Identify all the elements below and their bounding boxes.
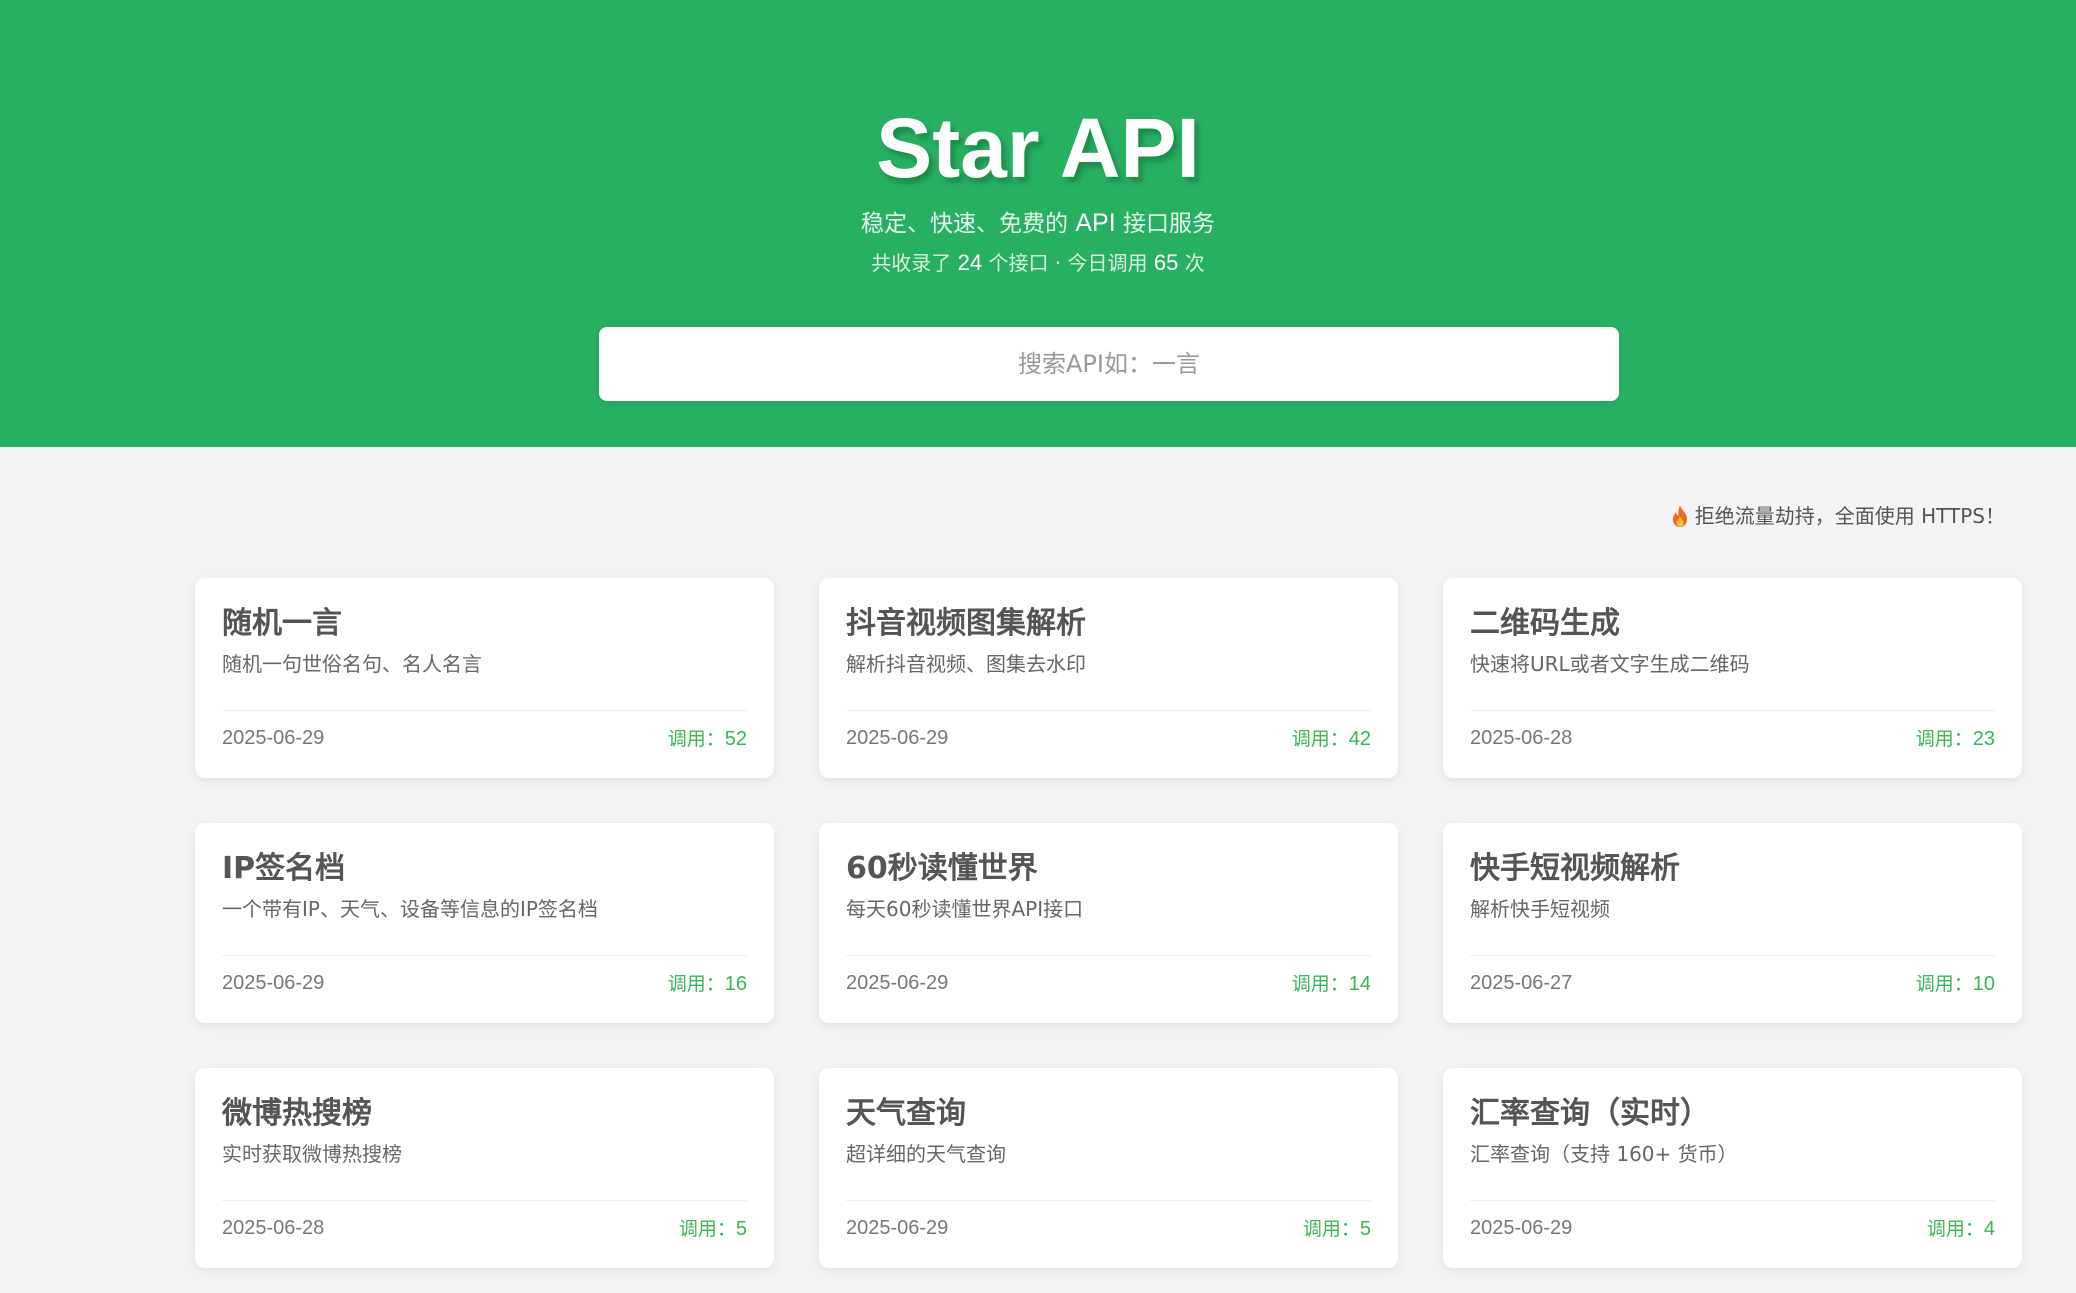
subtitle-suffix: 接口服务 — [1122, 211, 1215, 237]
api-count: 24 — [957, 250, 983, 275]
calls-label: 调用： — [667, 973, 725, 995]
api-card-calls: 调用：52 — [668, 724, 747, 754]
calls-label: 调用： — [678, 1218, 736, 1240]
api-card-description: 每天60秒读懂世界API接口 — [846, 897, 1084, 921]
calls-label: 调用： — [1915, 728, 1973, 750]
api-card[interactable]: 60秒读懂世界每天60秒读懂世界API接口 2025-06-29 调用：14 — [819, 823, 1398, 1023]
api-card-date: 2025-06-29 — [846, 1217, 949, 1239]
api-card-title: 随机一言 — [222, 606, 342, 641]
api-card-divider — [1470, 955, 1995, 956]
api-card[interactable]: 抖音视频图集解析解析抖音视频、图集去水印 2025-06-29 调用：42 — [819, 578, 1398, 778]
api-card-description: 实时获取微博热搜榜 — [222, 1142, 402, 1166]
api-card-title: 二维码生成 — [1470, 606, 1620, 641]
api-card-title: 60秒读懂世界 — [846, 851, 1038, 886]
api-card-divider — [222, 710, 747, 711]
api-card-divider — [222, 1200, 747, 1201]
api-card-divider — [1470, 710, 1995, 711]
site-subtitle: 稳定、快速、免费的 API 接口服务 — [0, 206, 2076, 241]
api-card-calls: 调用：5 — [1303, 1214, 1371, 1244]
api-card-divider — [1470, 1200, 1995, 1201]
calls-count: 52 — [724, 728, 747, 750]
stats-prefix: 共收录了 — [871, 251, 952, 275]
api-card-title: 天气查询 — [846, 1096, 966, 1131]
api-card[interactable]: 汇率查询（实时） 汇率查询（支持 160+ 货币） 2025-06-29 调用：4 — [1443, 1068, 2022, 1268]
notice-text: 拒绝流量劫持，全面使用 HTTPS！ — [1694, 504, 2005, 528]
calls-count: 16 — [724, 973, 747, 995]
api-card-title: 微博热搜榜 — [222, 1096, 372, 1131]
https-notice: 拒绝流量劫持，全面使用 HTTPS！ — [1671, 501, 2005, 531]
calls-count: 10 — [1972, 973, 1995, 995]
api-card-description: 解析抖音视频、图集去水印 — [846, 652, 1086, 676]
api-card-calls: 调用：14 — [1292, 969, 1371, 999]
api-card-title: 快手短视频解析 — [1470, 851, 1680, 886]
api-card-divider — [846, 710, 1371, 711]
api-card-description: 快速将URL或者文字生成二维码 — [1470, 652, 1750, 676]
api-card[interactable]: 快手短视频解析解析快手短视频 2025-06-27 调用：10 — [1443, 823, 2022, 1023]
api-card-date: 2025-06-29 — [222, 972, 325, 994]
hero-header: Star API 稳定、快速、免费的 API 接口服务 共收录了 24 个接口 … — [0, 0, 2076, 447]
api-card-description: 汇率查询（支持 160+ 货币） — [1470, 1142, 1738, 1166]
calls-count: 4 — [1983, 1218, 1995, 1240]
api-card-date: 2025-06-27 — [1470, 972, 1573, 994]
api-card-calls: 调用：16 — [668, 969, 747, 999]
api-card[interactable]: 微博热搜榜实时获取微博热搜榜 2025-06-28 调用：5 — [195, 1068, 774, 1268]
api-card-title: IP签名档 — [222, 851, 346, 886]
calls-label: 调用： — [1302, 1218, 1360, 1240]
api-card-calls: 调用：4 — [1927, 1214, 1995, 1244]
api-card[interactable]: 天气查询超详细的天气查询 2025-06-29 调用：5 — [819, 1068, 1398, 1268]
api-card-date: 2025-06-28 — [1470, 727, 1573, 749]
calls-label: 调用： — [667, 728, 725, 750]
fire-icon — [1672, 505, 1687, 527]
api-card[interactable]: IP签名档一个带有IP、天气、设备等信息的IP签名档 2025-06-29 调用：1… — [195, 823, 774, 1023]
api-card-divider — [222, 955, 747, 956]
site-title: Star API — [876, 101, 1200, 195]
calls-count: 5 — [1359, 1218, 1371, 1240]
calls-count: 42 — [1348, 728, 1371, 750]
api-card-title: 汇率查询（实时） — [1470, 1096, 1710, 1131]
api-card-date: 2025-06-29 — [1470, 1217, 1573, 1239]
api-card-calls: 调用：5 — [679, 1214, 747, 1244]
api-card-divider — [846, 955, 1371, 956]
api-card-date: 2025-06-29 — [846, 727, 949, 749]
api-card-description: 随机一句世俗名句、名人名言 — [222, 652, 482, 676]
calls-label: 调用： — [1926, 1218, 1984, 1240]
calls-count: 23 — [1972, 728, 1995, 750]
subtitle-prefix: 稳定、快速、免费的 — [861, 211, 1069, 237]
calls-label: 调用： — [1291, 973, 1349, 995]
api-card-date: 2025-06-29 — [222, 727, 325, 749]
calls-label: 调用： — [1915, 973, 1973, 995]
api-card-description: 解析快手短视频 — [1470, 897, 1610, 921]
api-card[interactable]: 随机一言随机一句世俗名句、名人名言 2025-06-29 调用：52 — [195, 578, 774, 778]
api-card-calls: 调用：42 — [1292, 724, 1371, 754]
calls-count: 14 — [1348, 973, 1371, 995]
stats-suffix: 次 — [1184, 251, 1205, 275]
api-card-description: 一个带有IP、天气、设备等信息的IP签名档 — [222, 897, 598, 921]
api-card-calls: 调用：10 — [1916, 969, 1995, 999]
search-input[interactable] — [599, 327, 1619, 401]
api-card[interactable]: 二维码生成快速将URL或者文字生成二维码 2025-06-28 调用：23 — [1443, 578, 2022, 778]
call-count: 65 — [1153, 250, 1179, 275]
api-card-date: 2025-06-29 — [846, 972, 949, 994]
subtitle-api: API — [1075, 209, 1116, 237]
api-card-calls: 调用：23 — [1916, 724, 1995, 754]
api-card-divider — [846, 1200, 1371, 1201]
calls-count: 5 — [735, 1218, 747, 1240]
stats-middle: 个接口 · 今日调用 — [988, 251, 1148, 275]
calls-label: 调用： — [1291, 728, 1349, 750]
api-card-date: 2025-06-28 — [222, 1217, 325, 1239]
api-card-title: 抖音视频图集解析 — [846, 606, 1086, 641]
site-stats: 共收录了 24 个接口 · 今日调用 65 次 — [0, 248, 2076, 278]
api-card-description: 超详细的天气查询 — [846, 1142, 1006, 1166]
